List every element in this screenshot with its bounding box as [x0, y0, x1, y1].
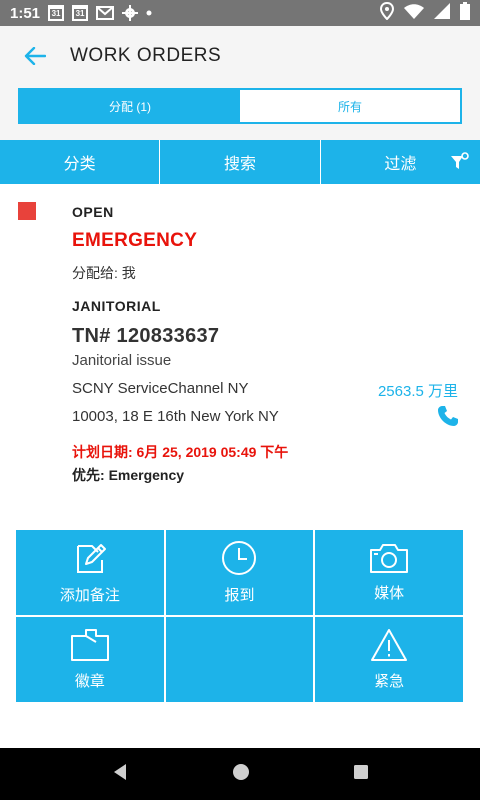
add-note-label: 添加备注: [59, 587, 120, 604]
warning-icon: [371, 629, 408, 661]
tab-all[interactable]: 所有: [240, 90, 460, 122]
priority-value: Emergency: [108, 467, 185, 483]
back-button[interactable]: [0, 26, 70, 86]
assigned-to: 分配给: 我: [72, 265, 136, 281]
search-button[interactable]: 搜索: [160, 140, 321, 184]
tab-assigned[interactable]: 分配 (1): [20, 90, 240, 122]
clock-icon: [222, 541, 257, 575]
signal-icon: [434, 2, 450, 24]
phone-icon[interactable]: [436, 404, 460, 428]
camera-icon: [370, 544, 409, 573]
scheduled-date: 计划日期: 6月 25, 2019 05:49 下午: [72, 444, 289, 460]
empty-grid-cell: [165, 617, 314, 702]
navigation-bar: [0, 748, 480, 800]
status-indicator: [18, 202, 36, 220]
badge-button[interactable]: 徽章: [16, 617, 164, 702]
status-time: 1:51: [10, 4, 41, 22]
segment-container: 分配 (1) 所有: [0, 86, 480, 140]
media-button[interactable]: 媒体: [315, 530, 463, 615]
add-note-button[interactable]: 添加备注: [16, 530, 164, 615]
category-button[interactable]: 分类: [0, 140, 161, 184]
location-icon: [379, 1, 395, 25]
location-name: SCNY ServiceChannel NY: [72, 380, 249, 397]
wifi-icon: [404, 3, 424, 24]
priority-heading: EMERGENCY: [72, 230, 198, 251]
action-bar: 分类 搜索 过滤: [0, 140, 480, 184]
check-in-button[interactable]: 报到: [165, 530, 314, 615]
settings-icon: [122, 5, 139, 21]
status-bar: 1:51 31 31: [0, 0, 480, 26]
badge-icon: [70, 629, 109, 661]
status-right: [379, 0, 470, 26]
category-label: JANITORIAL: [72, 298, 161, 314]
calendar-icon: 31: [72, 5, 89, 21]
edit-note-icon: [76, 544, 106, 573]
action-grid: 添加备注 报到 媒体 徽章 紧急: [16, 530, 463, 702]
battery-icon: [460, 1, 470, 25]
recents-square-icon[interactable]: [352, 763, 370, 786]
media-label: 媒体: [374, 585, 405, 602]
arrow-left-icon: [24, 47, 46, 65]
filter-icon: [450, 152, 469, 169]
priority-line: 优先: Emergency: [72, 465, 184, 485]
gmail-icon: [96, 6, 115, 20]
badge-label: 徽章: [74, 673, 105, 690]
check-in-label: 报到: [224, 587, 255, 604]
distance: 2563.5 万里: [377, 383, 458, 400]
work-order-card[interactable]: OPEN EMERGENCY 分配给: 我 JANITORIAL TN# 120…: [0, 184, 480, 748]
address: 10003, 18 E 16th New York NY: [72, 408, 279, 425]
priority-label: 优先:: [72, 467, 109, 483]
back-triangle-icon[interactable]: [110, 762, 130, 787]
description: Janitorial issue: [72, 352, 172, 369]
emergency-label: 紧急: [374, 673, 405, 690]
segmented-control: 分配 (1) 所有: [18, 88, 462, 124]
emergency-button[interactable]: 紧急: [315, 617, 463, 702]
filter-label: 过滤: [384, 156, 417, 173]
home-circle-icon[interactable]: [231, 762, 251, 787]
page-title: WORK ORDERS: [70, 45, 222, 66]
tracking-number: TN# 120833637: [72, 325, 220, 347]
dot-icon: [146, 10, 152, 16]
filter-button[interactable]: 过滤: [321, 140, 480, 184]
calendar-icon: 31: [48, 5, 65, 21]
status-label: OPEN: [72, 204, 114, 220]
app-bar: WORK ORDERS: [0, 26, 480, 86]
